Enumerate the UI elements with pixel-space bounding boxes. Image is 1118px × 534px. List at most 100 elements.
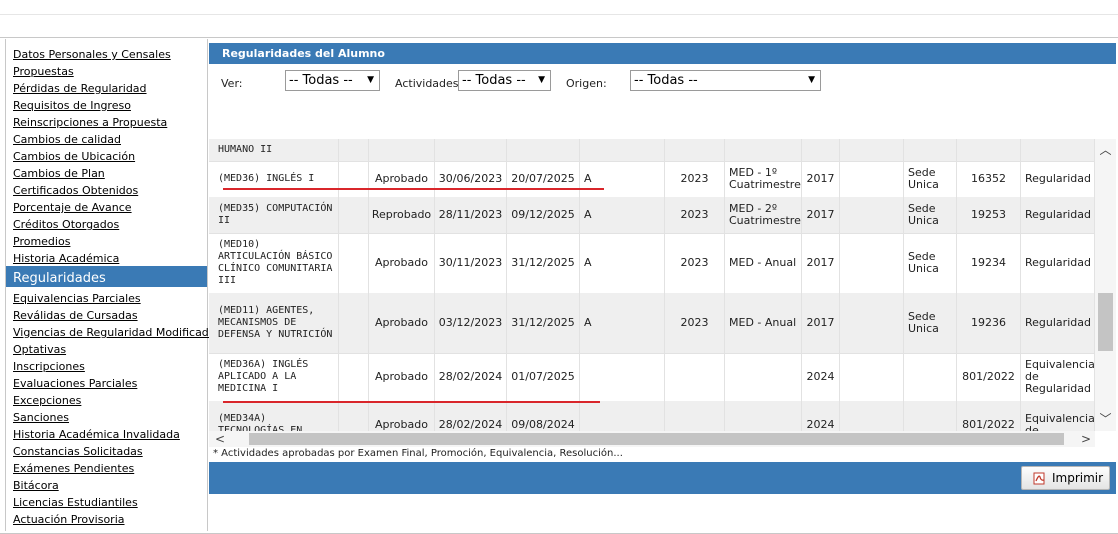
table-cell-estado: Aprobado — [369, 353, 435, 401]
sidebar-item-label[interactable]: Sanciones — [13, 411, 69, 424]
sidebar-item-label[interactable]: Evaluaciones Parciales — [13, 377, 137, 390]
vertical-scroll-thumb[interactable] — [1098, 293, 1113, 351]
table-cell-actividad: (MED35) COMPUTACIÓN II — [209, 197, 339, 233]
sidebar-item-label[interactable]: Cambios de Plan — [13, 167, 105, 180]
sidebar-item[interactable]: Actuación Provisoria — [6, 509, 207, 526]
table-cell-periodo — [725, 401, 802, 431]
sidebar: Datos Personales y Censales Propuestas Pér… — [5, 39, 221, 531]
actividades-select[interactable]: -- Todas -- ▼ — [458, 70, 551, 91]
table-cell-x — [840, 401, 904, 431]
scroll-right-icon[interactable]: > — [1081, 431, 1091, 447]
sidebar-item[interactable]: Optativas — [6, 339, 207, 356]
sidebar-item[interactable]: Reválidas de Cursadas — [6, 305, 207, 322]
sidebar-item[interactable]: Cambios de Ubicación — [6, 146, 207, 163]
table-cell-origen: Regularidad — [1021, 233, 1095, 293]
sidebar-item[interactable]: Bitácora — [6, 475, 207, 492]
sidebar-item[interactable]: Propuestas — [6, 61, 207, 78]
sidebar-item[interactable]: Vigencias de Regularidad Modificadas — [6, 322, 221, 339]
sidebar-item-label[interactable]: Cambios de Ubicación — [13, 150, 135, 163]
sidebar-item[interactable]: Porcentaje de Avance — [6, 197, 207, 214]
sidebar-item-label[interactable]: Bitácora — [13, 479, 59, 492]
sidebar-item-label[interactable]: Historia Académica Invalidada — [13, 428, 180, 441]
table-cell-sede: Sede Unica — [904, 197, 957, 233]
sidebar-item[interactable]: Requisitos de Ingreso — [6, 95, 207, 112]
scroll-down-icon[interactable]: ﹀ — [1095, 410, 1116, 427]
regularidades-table: HUMANO II (MED36) INGLÉS I Aprobado 30/06/2… — [209, 139, 1109, 431]
table-cell-sede: Sede Unica — [904, 161, 957, 197]
sidebar-item[interactable]: Certificados Obtenidos — [6, 180, 207, 197]
ver-select-value: -- Todas -- — [289, 73, 353, 88]
sidebar-item[interactable]: Cambios de Plan — [6, 163, 207, 180]
table-row[interactable]: (MED36) INGLÉS I Aprobado 30/06/2023 20/07/… — [209, 161, 1109, 198]
ver-select[interactable]: -- Todas -- ▼ — [285, 70, 380, 91]
table-cell-estado: Aprobado — [369, 233, 435, 293]
sidebar-item-label[interactable]: Licencias Estudiantiles — [13, 496, 138, 509]
sidebar-item[interactable]: Inscripciones — [6, 356, 207, 373]
sidebar-item[interactable]: Licencias Estudiantiles — [6, 492, 207, 509]
sidebar-item-label[interactable]: Reinscripciones a Propuesta — [13, 116, 167, 129]
sidebar-item[interactable]: Exámenes Pendientes — [6, 458, 207, 475]
sidebar-item[interactable]: Equivalencias Parciales — [6, 288, 207, 305]
table-row[interactable]: (MED34A) TECNOLOGÍAS EN Aprobado 28/02/202… — [209, 401, 1109, 431]
table-cell-origen: Equivalencia de — [1021, 401, 1095, 431]
sidebar-item[interactable]: Sanciones — [6, 407, 207, 424]
sidebar-item-label[interactable]: Regularidades — [13, 271, 106, 286]
horizontal-scrollbar[interactable]: < > — [209, 431, 1095, 447]
table-row[interactable]: (MED35) COMPUTACIÓN II Reprobado 28/11/202… — [209, 197, 1109, 234]
table-row[interactable]: HUMANO II — [209, 139, 1109, 162]
sidebar-item[interactable]: Historia Académica Invalidada — [6, 424, 207, 441]
top-divider — [0, 14, 1118, 15]
sidebar-item-label[interactable]: Datos Personales y Censales — [13, 48, 171, 61]
sidebar-item-label[interactable]: Exámenes Pendientes — [13, 462, 134, 475]
table-cell-actividad: (MED36) INGLÉS I — [209, 161, 339, 197]
sidebar-item-label[interactable]: Pérdidas de Regularidad — [13, 82, 147, 95]
table-cell-resultado: A — [580, 233, 665, 293]
table-cell-anio — [665, 139, 725, 161]
scroll-left-icon[interactable]: < — [215, 431, 225, 447]
sidebar-item-label[interactable]: Requisitos de Ingreso — [13, 99, 131, 112]
horizontal-scroll-thumb[interactable] — [249, 433, 1064, 445]
chevron-down-icon: ▼ — [538, 75, 545, 85]
sidebar-item-label[interactable]: Inscripciones — [13, 360, 85, 373]
sidebar-item[interactable]: Créditos Otorgados — [6, 214, 207, 231]
sidebar-item-label[interactable]: Promedios — [13, 235, 70, 248]
table-cell-sede — [904, 401, 957, 431]
table-cell-x — [339, 233, 369, 293]
sidebar-item-label[interactable]: Historia Académica — [13, 252, 119, 265]
sidebar-item-label[interactable]: Optativas — [13, 343, 66, 356]
sidebar-item[interactable]: Pérdidas de Regularidad — [6, 78, 207, 95]
sidebar-item-label[interactable]: Equivalencias Parciales — [13, 292, 141, 305]
sidebar-item[interactable]: Constancias Solicitadas — [6, 441, 207, 458]
table-cell-actividad: (MED10) ARTICULACIÓN BÁSICO CLÍNICO COMU… — [209, 233, 339, 293]
sidebar-item-label[interactable]: Cambios de calidad — [13, 133, 121, 146]
sidebar-item-label[interactable]: Vigencias de Regularidad Modificadas — [13, 326, 221, 339]
sidebar-item[interactable]: Datos Personales y Censales — [6, 44, 207, 61]
sidebar-item-label[interactable]: Propuestas — [13, 65, 74, 78]
sidebar-item[interactable]: Evaluaciones Parciales — [6, 373, 207, 390]
sidebar-item[interactable]: Regularidades — [6, 266, 207, 287]
panel-footer: Imprimir — [209, 462, 1116, 494]
table-cell-estado — [369, 139, 435, 161]
sidebar-item-label[interactable]: Reválidas de Cursadas — [13, 309, 138, 322]
scroll-up-icon[interactable]: ︿ — [1095, 141, 1116, 158]
sidebar-item[interactable]: Excepciones — [6, 390, 207, 407]
sidebar-item[interactable]: Promedios — [6, 231, 207, 248]
table-cell-vigencia: 09/12/2025 — [507, 197, 580, 233]
print-button[interactable]: Imprimir — [1021, 466, 1110, 490]
sidebar-item-label[interactable]: Certificados Obtenidos — [13, 184, 138, 197]
sidebar-item[interactable]: Historia Académica — [6, 248, 207, 265]
table-row[interactable]: (MED11) AGENTES, MECANISMOS DE DEFENSA Y… — [209, 293, 1109, 354]
sidebar-item-label[interactable]: Excepciones — [13, 394, 81, 407]
sidebar-item-label[interactable]: Porcentaje de Avance — [13, 201, 132, 214]
table-row[interactable]: (MED10) ARTICULACIÓN BÁSICO CLÍNICO COMU… — [209, 233, 1109, 294]
origen-select[interactable]: -- Todas -- ▼ — [630, 70, 821, 91]
table-row[interactable]: (MED36A) INGLÉS APLICADO A LA MEDICINA I… — [209, 353, 1109, 402]
sidebar-item-label[interactable]: Constancias Solicitadas — [13, 445, 143, 458]
vertical-scrollbar[interactable]: ︿ ﹀ — [1095, 139, 1116, 431]
sidebar-item[interactable]: Reinscripciones a Propuesta — [6, 112, 207, 129]
sidebar-item-label[interactable]: Actuación Provisoria — [13, 513, 125, 526]
table-cell-x — [840, 233, 904, 293]
sidebar-menu: Datos Personales y Censales Propuestas Pér… — [6, 39, 221, 526]
sidebar-item[interactable]: Cambios de calidad — [6, 129, 207, 146]
sidebar-item-label[interactable]: Créditos Otorgados — [13, 218, 119, 231]
